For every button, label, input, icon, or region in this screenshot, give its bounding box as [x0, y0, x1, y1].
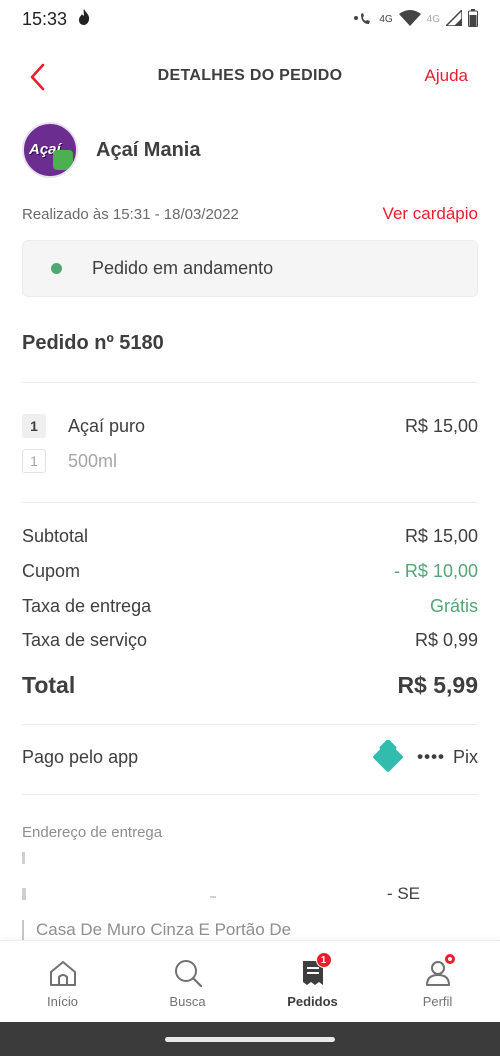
- call-icon: [353, 10, 373, 29]
- store-name: Açaí Mania: [96, 138, 201, 161]
- subtotal-value: R$ 15,00: [404, 526, 478, 546]
- order-meta: Realizado às 15:31 - 18/03/2022 Ver card…: [22, 204, 478, 224]
- coupon-label: Cupom: [22, 561, 81, 581]
- pix-icon: [373, 740, 404, 772]
- address-masked: [22, 888, 26, 900]
- complement-bar: [22, 920, 24, 940]
- coupon-value: - R$ 10,00: [393, 561, 478, 581]
- home-icon: [48, 958, 78, 988]
- order-date: Realizado às 15:31 - 18/03/2022: [22, 205, 239, 223]
- profile-icon: [423, 952, 457, 988]
- item-quantity: 1: [22, 414, 46, 438]
- service-fee-value: R$ 0,99: [414, 630, 478, 650]
- item-price: R$ 15,00: [404, 415, 478, 436]
- divider: [22, 502, 478, 503]
- nav-label-search: Busca: [169, 994, 206, 1009]
- orders-badge: 1: [315, 952, 332, 968]
- payment-masked: ••••: [417, 747, 445, 766]
- divider: [22, 724, 478, 725]
- network-label-right: 4G: [426, 13, 440, 25]
- total-value: R$ 5,99: [397, 672, 478, 698]
- refresh-badge-icon: [53, 150, 73, 170]
- payment-method-name: Pix: [452, 746, 478, 767]
- store-logo: Açaí: [22, 122, 78, 178]
- order-item: 1 Açaí puro R$ 15,00: [22, 414, 478, 438]
- search-icon: [173, 958, 203, 988]
- help-link[interactable]: Ajuda: [425, 66, 468, 86]
- nav-item-profile[interactable]: Perfil: [375, 941, 500, 1022]
- subtotal-row: Subtotal R$ 15,00: [22, 526, 478, 547]
- network-label-left: 4G: [379, 13, 393, 25]
- total-row: Total R$ 5,99: [22, 672, 478, 699]
- order-status-text: Pedido em andamento: [92, 258, 274, 278]
- delivery-fee-value: Grátis: [429, 596, 478, 616]
- coupon-row: Cupom - R$ 10,00: [22, 561, 478, 582]
- store-row[interactable]: Açaí Açaí Mania: [22, 122, 200, 178]
- address-line: - SE: [22, 884, 478, 904]
- address-title: Endereço de entrega: [22, 824, 163, 841]
- system-nav-bar: [0, 1022, 500, 1056]
- delivery-fee-label: Taxa de entrega: [22, 596, 152, 616]
- address-complement: Casa De Muro Cinza E Portão De: [22, 920, 291, 940]
- fire-icon: [77, 8, 91, 31]
- subtotal-label: Subtotal: [22, 526, 89, 546]
- divider: [22, 382, 478, 383]
- total-label: Total: [22, 672, 76, 698]
- order-status-card: Pedido em andamento: [22, 240, 478, 297]
- header: DETALHES DO PEDIDO Ajuda: [0, 50, 500, 102]
- nav-item-search[interactable]: Busca: [125, 941, 250, 1022]
- service-fee-label: Taxa de serviço: [22, 630, 148, 650]
- address-state: - SE: [386, 884, 420, 903]
- wifi-icon: [398, 9, 421, 29]
- service-fee-row: Taxa de serviço R$ 0,99: [22, 630, 478, 651]
- delivery-fee-row: Taxa de entrega Grátis: [22, 596, 478, 617]
- chevron-left-icon: [30, 63, 45, 91]
- bottom-nav: Início Busca 1 Pedidos Perfil: [0, 940, 500, 1022]
- nav-label-home: Início: [46, 994, 79, 1009]
- home-gesture-bar[interactable]: [165, 1036, 335, 1042]
- signal-icon: [444, 7, 463, 29]
- order-number: Pedido nº 5180: [22, 332, 164, 354]
- orders-icon: 1: [298, 952, 332, 988]
- address-masked: [210, 896, 216, 898]
- option-quantity: 1: [22, 449, 46, 473]
- nav-item-orders[interactable]: 1 Pedidos: [250, 941, 375, 1022]
- divider: [22, 794, 478, 795]
- address-street-masked: [22, 852, 25, 864]
- back-button[interactable]: [22, 62, 52, 92]
- payment-row: Pago pelo app •••• Pix: [22, 740, 478, 774]
- nav-label-profile: Perfil: [422, 994, 453, 1009]
- address-complement-text: Casa De Muro Cinza E Portão De: [36, 920, 292, 939]
- payment-label: Pago pelo app: [22, 746, 139, 767]
- status-time: 15:33: [22, 8, 68, 29]
- status-dot-icon: [51, 263, 62, 274]
- payment-method: •••• Pix: [371, 740, 478, 774]
- order-item-option: 1 500ml: [22, 449, 478, 473]
- battery-icon: [468, 8, 478, 30]
- nav-label-orders: Pedidos: [287, 994, 338, 1009]
- item-name: Açaí puro: [68, 415, 146, 436]
- nav-item-home[interactable]: Início: [0, 941, 125, 1022]
- option-name: 500ml: [68, 450, 118, 471]
- status-bar: 15:33 4G 4G: [0, 0, 500, 38]
- notification-dot-icon: [442, 952, 457, 966]
- view-menu-link[interactable]: Ver cardápio: [383, 204, 478, 224]
